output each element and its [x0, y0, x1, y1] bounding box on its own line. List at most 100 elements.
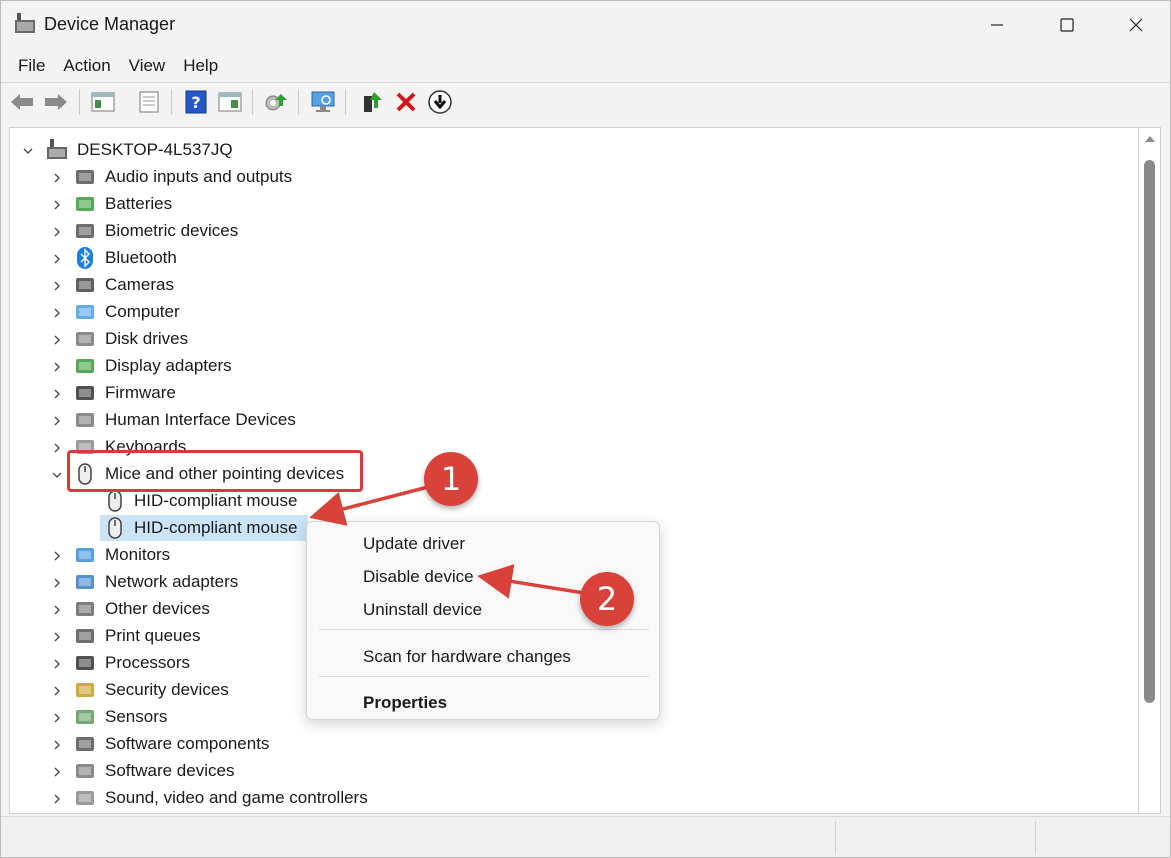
step-badge-1: 1 [424, 452, 478, 506]
chevron-right-icon[interactable] [51, 550, 63, 562]
chevron-right-icon[interactable] [51, 658, 63, 670]
svg-text:?: ? [191, 93, 200, 112]
chevron-right-icon[interactable] [51, 415, 63, 427]
chevron-right-icon[interactable] [51, 739, 63, 751]
back-button[interactable] [9, 89, 35, 115]
chevron-right-icon[interactable] [51, 685, 63, 697]
status-bar [1, 816, 1170, 857]
tree-device-label: HID-compliant mouse [134, 518, 298, 537]
tree-category-label: Batteries [105, 194, 173, 213]
properties-icon [139, 91, 159, 113]
chevron-right-icon[interactable] [51, 631, 63, 643]
scrollbar-thumb[interactable] [1144, 160, 1155, 703]
chevron-right-icon[interactable] [51, 712, 63, 724]
sound-icon [74, 787, 96, 809]
tree-category[interactable]: Display adapters [10, 353, 1130, 380]
menu-disable-device[interactable]: Disable device [363, 567, 474, 587]
maximize-button[interactable] [1032, 1, 1102, 49]
software-component-icon [74, 733, 96, 755]
chevron-right-icon[interactable] [51, 226, 63, 238]
menu-separator [319, 676, 649, 677]
menu-file[interactable]: File [9, 52, 54, 80]
forward-button[interactable] [43, 89, 69, 115]
enable-device-button[interactable] [359, 89, 385, 115]
chevron-right-icon[interactable] [51, 388, 63, 400]
tree-category[interactable]: Software components [10, 731, 1130, 758]
chevron-right-icon[interactable] [51, 172, 63, 184]
tree-category[interactable]: Software devices [10, 758, 1130, 785]
tree-category[interactable]: Cameras [10, 272, 1130, 299]
action-pane-button[interactable] [217, 89, 243, 115]
firmware-icon [74, 382, 96, 404]
chevron-right-icon[interactable] [51, 280, 63, 292]
chevron-right-icon[interactable] [51, 766, 63, 778]
disable-device-button[interactable] [427, 89, 453, 115]
chevron-right-icon[interactable] [51, 361, 63, 373]
scroll-up-arrow-icon[interactable] [1145, 136, 1155, 142]
tree-category[interactable]: Human Interface Devices [10, 407, 1130, 434]
chevron-right-icon[interactable] [51, 307, 63, 319]
menu-help[interactable]: Help [174, 52, 227, 80]
chevron-right-icon[interactable] [51, 334, 63, 346]
chevron-right-icon[interactable] [51, 793, 63, 805]
mouse-icon [104, 517, 126, 539]
tree-category[interactable]: Biometric devices [10, 218, 1130, 245]
action-pane-icon [218, 92, 242, 112]
menu-update-driver[interactable]: Update driver [363, 534, 465, 554]
menu-properties[interactable]: Properties [363, 693, 447, 713]
vertical-scrollbar[interactable] [1139, 127, 1161, 814]
computer-root-icon [46, 139, 68, 161]
tree-category[interactable]: Batteries [10, 191, 1130, 218]
highlight-box [67, 450, 363, 492]
show-hide-console-tree-button[interactable] [90, 89, 116, 115]
tree-category-label: Monitors [105, 545, 171, 564]
menu-bar: File Action View Help [1, 49, 1170, 82]
help-button[interactable]: ? [183, 89, 209, 115]
tree-category-label: Sensors [105, 707, 168, 726]
chevron-down-icon[interactable] [51, 469, 63, 481]
tree-category-label: Print queues [105, 626, 201, 645]
properties-button[interactable] [136, 89, 162, 115]
bluetooth-icon [74, 247, 96, 269]
chevron-down-icon[interactable] [22, 145, 34, 157]
sensor-icon [74, 706, 96, 728]
tree-category[interactable]: Firmware [10, 380, 1130, 407]
tree-category[interactable]: Sound, video and game controllers [10, 785, 1130, 812]
scan-hardware-button[interactable] [310, 89, 336, 115]
tree-category[interactable]: Disk drives [10, 326, 1130, 353]
tree-root-label: DESKTOP-4L537JQ [77, 140, 233, 159]
status-divider [835, 821, 836, 855]
chevron-right-icon[interactable] [51, 253, 63, 265]
chevron-right-icon[interactable] [51, 604, 63, 616]
audio-icon [74, 166, 96, 188]
close-button[interactable] [1101, 1, 1171, 49]
tree-device-item[interactable]: HID-compliant mouse [10, 488, 1130, 515]
device-manager-window: Device Manager File Action View Help ? D… [0, 0, 1171, 858]
toolbar-separator [79, 89, 80, 115]
menu-separator [319, 629, 649, 630]
disk-drive-icon [74, 328, 96, 350]
uninstall-device-button[interactable] [393, 89, 419, 115]
chevron-right-icon[interactable] [51, 442, 63, 454]
tree-category[interactable]: Bluetooth [10, 245, 1130, 272]
chevron-right-icon[interactable] [51, 577, 63, 589]
tree-category-label: Disk drives [105, 329, 189, 348]
menu-action[interactable]: Action [54, 52, 119, 80]
chevron-right-icon[interactable] [51, 199, 63, 211]
tree-category-label: Firmware [105, 383, 176, 402]
tree-category[interactable]: Audio inputs and outputs [10, 164, 1130, 191]
update-driver-button[interactable] [263, 89, 289, 115]
tree-category-label: Other devices [105, 599, 210, 618]
tree-category-label: Software components [105, 734, 270, 753]
tree-root[interactable]: DESKTOP-4L537JQ [10, 137, 1130, 164]
menu-scan-hardware[interactable]: Scan for hardware changes [363, 647, 571, 667]
menu-uninstall-device[interactable]: Uninstall device [363, 600, 482, 620]
menu-view[interactable]: View [120, 52, 175, 80]
tree-category[interactable]: Computer [10, 299, 1130, 326]
minimize-button[interactable] [962, 1, 1032, 49]
print-queue-icon [74, 625, 96, 647]
battery-icon [74, 193, 96, 215]
display-adapter-icon [74, 355, 96, 377]
maximize-icon [1060, 18, 1074, 32]
tree-category-label: Software devices [105, 761, 235, 780]
